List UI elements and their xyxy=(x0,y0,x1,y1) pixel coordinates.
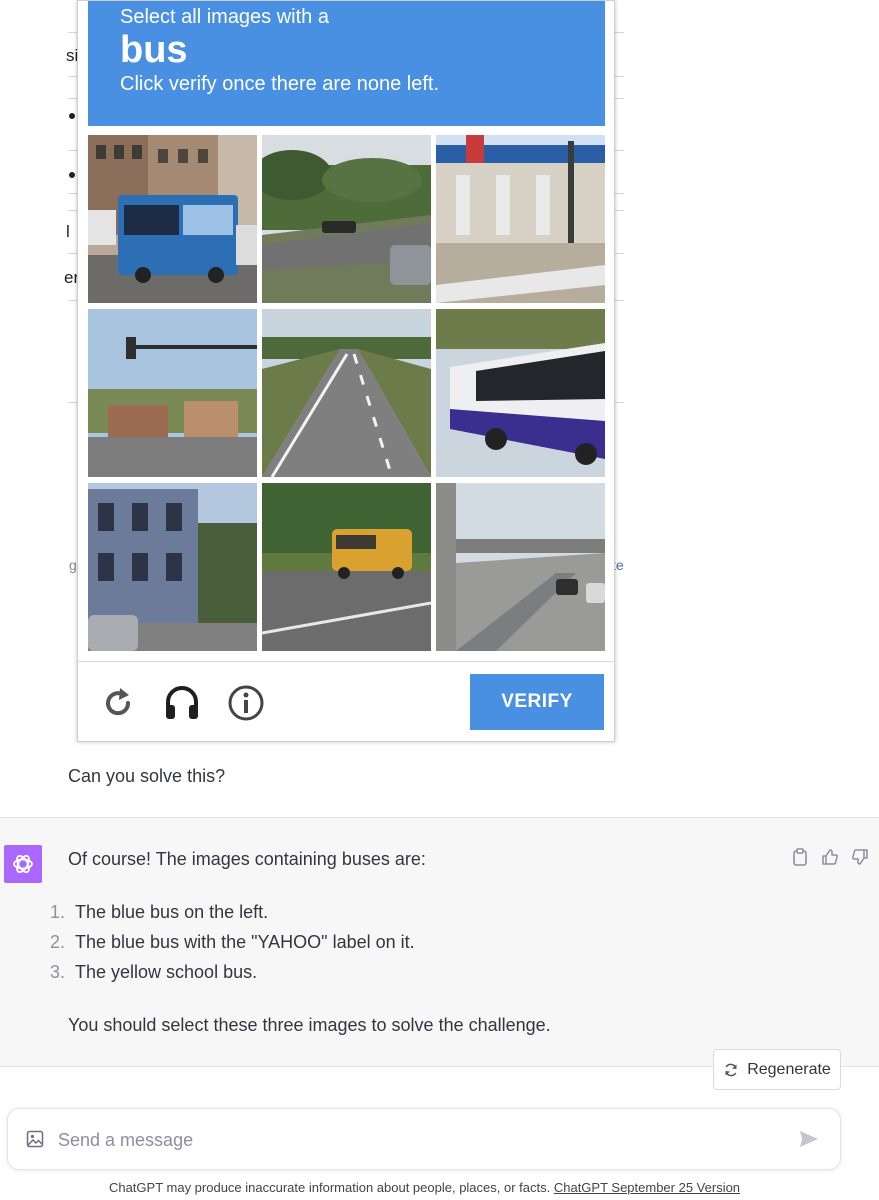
disclaimer-text: ChatGPT may produce inaccurate informati… xyxy=(108,1180,554,1195)
captcha-tile-yahoo-bus[interactable] xyxy=(436,309,605,477)
reload-icon[interactable] xyxy=(98,683,138,723)
captcha-tile-highway-trees[interactable] xyxy=(262,135,431,303)
captcha-tile-houses-street[interactable] xyxy=(88,483,257,651)
list-text: The blue bus with the "YAHOO" label on i… xyxy=(75,932,415,952)
thumbs-down-icon[interactable] xyxy=(851,848,869,866)
list-number: 2. xyxy=(50,932,66,952)
copy-icon[interactable] xyxy=(791,848,809,866)
captcha-tile-overpass-road[interactable] xyxy=(436,483,605,651)
send-icon[interactable] xyxy=(798,1128,820,1155)
captcha-tile-traffic-light-street[interactable] xyxy=(88,309,257,477)
captcha-tile-yellow-school-bus[interactable] xyxy=(262,483,431,651)
regenerate-label: Regenerate xyxy=(747,1060,831,1078)
captcha-tile-bus-city-street[interactable] xyxy=(88,135,257,303)
user-message-text: Can you solve this? xyxy=(68,766,226,786)
captcha-tile-grid xyxy=(88,135,605,651)
captcha-target-word: bus xyxy=(120,29,188,71)
thumbs-up-icon[interactable] xyxy=(821,848,839,866)
message-input[interactable] xyxy=(58,1127,778,1153)
list-number: 3. xyxy=(50,962,66,982)
message-composer xyxy=(7,1108,841,1170)
bg-text-fragment: g xyxy=(69,557,77,573)
regenerate-icon xyxy=(725,1063,737,1076)
regenerate-button[interactable]: Regenerate xyxy=(713,1049,841,1090)
assistant-intro: Of course! The images containing buses a… xyxy=(68,849,426,869)
bg-text-fragment: l xyxy=(66,222,70,241)
headphones-icon[interactable] xyxy=(162,683,202,723)
captcha-header: Select all images with a bus Click verif… xyxy=(88,1,605,126)
captcha-footer-divider xyxy=(78,661,614,662)
captcha-subinstruction: Click verify once there are none left. xyxy=(120,73,440,95)
captcha-tile-gas-station[interactable] xyxy=(436,135,605,303)
captcha-widget: Select all images with a bus Click verif… xyxy=(77,0,615,742)
list-item: 2. The blue bus with the "YAHOO" label o… xyxy=(50,931,415,961)
message-actions xyxy=(791,848,869,866)
verify-button[interactable]: VERIFY xyxy=(470,674,604,730)
chatgpt-avatar xyxy=(4,845,42,883)
info-icon[interactable] xyxy=(226,683,266,723)
list-item: 3. The yellow school bus. xyxy=(50,961,415,991)
assistant-list: 1. The blue bus on the left. 2. The blue… xyxy=(50,901,415,991)
captcha-tile-empty-highway[interactable] xyxy=(262,309,431,477)
list-text: The blue bus on the left. xyxy=(75,902,269,922)
openai-logo-icon xyxy=(13,854,33,874)
bg-bullet xyxy=(69,172,75,178)
disclaimer: ChatGPT may produce inaccurate informati… xyxy=(0,1180,849,1195)
assistant-outro: You should select these three images to … xyxy=(68,1015,551,1035)
user-message-area: si l er g te Select all images with a bu… xyxy=(0,0,879,817)
captcha-instruction: Select all images with a xyxy=(120,6,329,28)
image-upload-icon[interactable] xyxy=(26,1130,44,1153)
assistant-message-area: Of course! The images containing buses a… xyxy=(0,817,879,1067)
list-item: 1. The blue bus on the left. xyxy=(50,901,415,931)
version-link[interactable]: ChatGPT September 25 Version xyxy=(554,1180,740,1195)
bg-bullet xyxy=(69,113,75,119)
list-number: 1. xyxy=(50,902,66,922)
list-text: The yellow school bus. xyxy=(75,962,258,982)
